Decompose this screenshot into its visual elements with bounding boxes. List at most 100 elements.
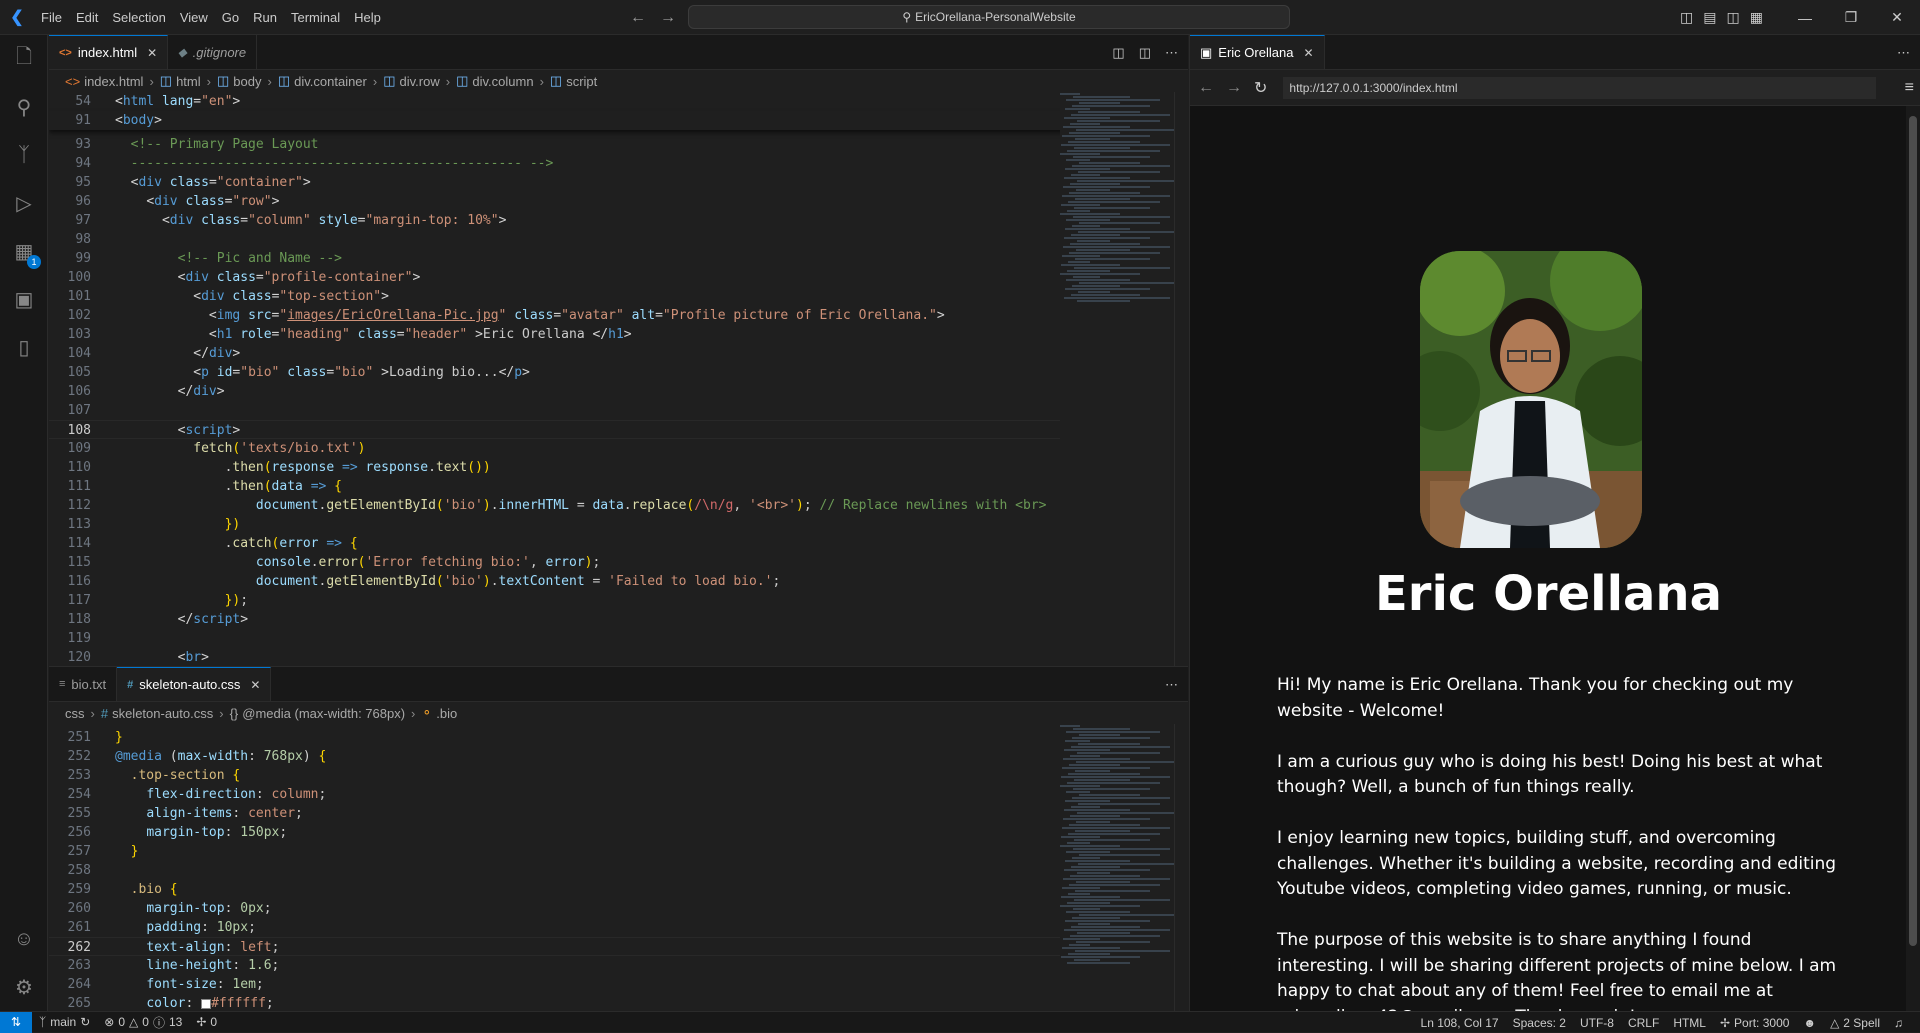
- remote-explorer-icon[interactable]: ▣: [0, 275, 48, 323]
- code-line[interactable]: 106 </div>: [49, 382, 1188, 401]
- code-line[interactable]: 93 <!-- Primary Page Layout: [49, 135, 1188, 154]
- code-line[interactable]: 112 document.getElementById('bio').inner…: [49, 496, 1188, 515]
- breadcrumb-item[interactable]: @media (max-width: 768px): [242, 706, 405, 721]
- code-line[interactable]: 259 .bio {: [49, 880, 1188, 899]
- scroll-thumb[interactable]: [1909, 116, 1917, 946]
- menu-file[interactable]: File: [34, 0, 69, 35]
- code-line[interactable]: 113 }): [49, 515, 1188, 534]
- tab-preview[interactable]: ▣ Eric Orellana ✕: [1190, 35, 1325, 69]
- copilot-icon[interactable]: ☻: [1796, 1016, 1823, 1030]
- code-line[interactable]: 99 <!-- Pic and Name -->: [49, 249, 1188, 268]
- code-editor[interactable]: 54 <html lang="en"> 91 <body> 93 <!-- Primar…: [49, 92, 1188, 666]
- accounts-icon[interactable]: ☺: [0, 915, 48, 963]
- tab-skeleton-auto-css[interactable]: # skeleton-auto.css ✕: [117, 667, 272, 701]
- breadcrumb-item[interactable]: index.html: [84, 74, 143, 89]
- code-line[interactable]: 119: [49, 629, 1188, 648]
- source-control-icon[interactable]: ᛉ: [0, 131, 48, 179]
- menu-terminal[interactable]: Terminal: [284, 0, 347, 35]
- code-line[interactable]: 98: [49, 230, 1188, 249]
- code-line[interactable]: 120 <br>: [49, 648, 1188, 666]
- code-line[interactable]: 262 text-align: left;: [49, 937, 1188, 956]
- menu-run[interactable]: Run: [246, 0, 284, 35]
- code-line[interactable]: 115 console.error('Error fetching bio:',…: [49, 553, 1188, 572]
- breadcrumb-item[interactable]: skeleton-auto.css: [112, 706, 213, 721]
- webpage-scrollbar[interactable]: [1906, 106, 1920, 1011]
- breadcrumb-item[interactable]: div.container: [294, 74, 367, 89]
- code-line[interactable]: 260 margin-top: 0px;: [49, 899, 1188, 918]
- ports-status[interactable]: ✢ 0: [189, 1015, 224, 1029]
- minimap[interactable]: [1060, 92, 1180, 666]
- line-ending[interactable]: CRLF: [1621, 1016, 1666, 1030]
- code-line[interactable]: 96 <div class="row">: [49, 192, 1188, 211]
- back-arrow-icon[interactable]: ←: [630, 9, 646, 27]
- tab-bio-txt[interactable]: ≡ bio.txt: [49, 667, 118, 701]
- tab-index-html[interactable]: <> index.html ✕: [49, 35, 169, 69]
- spell-status[interactable]: △ 2 Spell: [1823, 1016, 1887, 1030]
- indentation[interactable]: Spaces: 2: [1506, 1016, 1573, 1030]
- reload-icon[interactable]: ↻: [1254, 78, 1267, 98]
- code-line[interactable]: 109 fetch('texts/bio.txt'): [49, 439, 1188, 458]
- code-line[interactable]: 117 });: [49, 591, 1188, 610]
- code-line[interactable]: 265 color: #ffffff;: [49, 994, 1188, 1012]
- code-line[interactable]: 255 align-items: center;: [49, 804, 1188, 823]
- url-input[interactable]: http://127.0.0.1:3000/index.html: [1283, 76, 1877, 99]
- code-line[interactable]: 261 padding: 10px;: [49, 918, 1188, 937]
- code-line[interactable]: 251}: [49, 728, 1188, 747]
- breadcrumb-item[interactable]: html: [176, 74, 201, 89]
- code-line[interactable]: 253 .top-section {: [49, 766, 1188, 785]
- code-line[interactable]: 101 <div class="top-section">: [49, 287, 1188, 306]
- code-line[interactable]: 264 font-size: 1em;: [49, 975, 1188, 994]
- explorer-icon[interactable]: 🗋: [0, 35, 48, 83]
- branch-status[interactable]: ᛉ main ↻: [32, 1015, 97, 1029]
- back-arrow-icon[interactable]: ←: [1198, 79, 1214, 97]
- code-line[interactable]: 118 </script>: [49, 610, 1188, 629]
- breadcrumb-item[interactable]: div.column: [472, 74, 533, 89]
- code-line[interactable]: 95 <div class="container">: [49, 173, 1188, 192]
- code-line[interactable]: 110 .then(response => response.text()): [49, 458, 1188, 477]
- menu-go[interactable]: Go: [215, 0, 246, 35]
- editor-scrollbar[interactable]: [1174, 92, 1188, 666]
- toggle-secondary-sidebar-icon[interactable]: ◫: [1726, 9, 1739, 26]
- menu-help[interactable]: Help: [347, 0, 388, 35]
- code-line[interactable]: 103 <h1 role="heading" class="header" >E…: [49, 325, 1188, 344]
- cursor-position[interactable]: Ln 108, Col 17: [1414, 1016, 1506, 1030]
- code-line[interactable]: 91 <body>: [49, 111, 1188, 130]
- code-editor[interactable]: 251} 252 @media (max-width: 768px) {253 .t…: [49, 724, 1188, 1012]
- code-line[interactable]: 102 <img src="images/EricOrellana-Pic.jp…: [49, 306, 1188, 325]
- menu-edit[interactable]: Edit: [69, 0, 105, 35]
- open-preview-icon[interactable]: ◫: [1112, 45, 1124, 61]
- code-line[interactable]: 256 margin-top: 150px;: [49, 823, 1188, 842]
- customize-layout-icon[interactable]: ▦: [1750, 9, 1763, 26]
- minimize-icon[interactable]: —: [1782, 10, 1828, 26]
- run-debug-icon[interactable]: ▷: [0, 179, 48, 227]
- search-activity-icon[interactable]: ⚲: [0, 83, 48, 131]
- minimap[interactable]: [1060, 724, 1180, 1012]
- close-window-icon[interactable]: ✕: [1874, 9, 1920, 26]
- code-line[interactable]: 105 <p id="bio" class="bio" >Loading bio…: [49, 363, 1188, 382]
- editor-scrollbar[interactable]: [1174, 724, 1188, 1012]
- code-line[interactable]: 100 <div class="profile-container">: [49, 268, 1188, 287]
- command-center[interactable]: ⚲ EricOrellana-PersonalWebsite: [688, 5, 1290, 29]
- code-line[interactable]: 104 </div>: [49, 344, 1188, 363]
- breadcrumb-item[interactable]: body: [233, 74, 261, 89]
- manage-gear-icon[interactable]: ⚙: [0, 963, 48, 1011]
- code-line[interactable]: 107: [49, 401, 1188, 420]
- toggle-sidebar-icon[interactable]: ◫: [1680, 9, 1693, 26]
- close-tab-icon[interactable]: ✕: [147, 46, 157, 60]
- code-line[interactable]: 258: [49, 861, 1188, 880]
- code-line[interactable]: 252 @media (max-width: 768px) {: [49, 747, 1188, 766]
- code-line[interactable]: 114 .catch(error => {: [49, 534, 1188, 553]
- tab-gitignore[interactable]: ◆ .gitignore: [168, 35, 258, 69]
- restore-icon[interactable]: ❐: [1828, 9, 1874, 26]
- code-line[interactable]: 108 <script>: [49, 420, 1188, 439]
- code-line[interactable]: 111 .then(data => {: [49, 477, 1188, 496]
- code-line[interactable]: 263 line-height: 1.6;: [49, 956, 1188, 975]
- code-line[interactable]: 257 }: [49, 842, 1188, 861]
- language-mode[interactable]: HTML: [1666, 1016, 1713, 1030]
- code-line[interactable]: 94 -------------------------------------…: [49, 154, 1188, 173]
- toggle-panel-icon[interactable]: ▤: [1703, 9, 1716, 26]
- close-tab-icon[interactable]: ✕: [250, 678, 260, 692]
- code-line[interactable]: 254 flex-direction: column;: [49, 785, 1188, 804]
- menu-selection[interactable]: Selection: [105, 0, 172, 35]
- more-actions-icon[interactable]: ⋯: [1165, 45, 1178, 61]
